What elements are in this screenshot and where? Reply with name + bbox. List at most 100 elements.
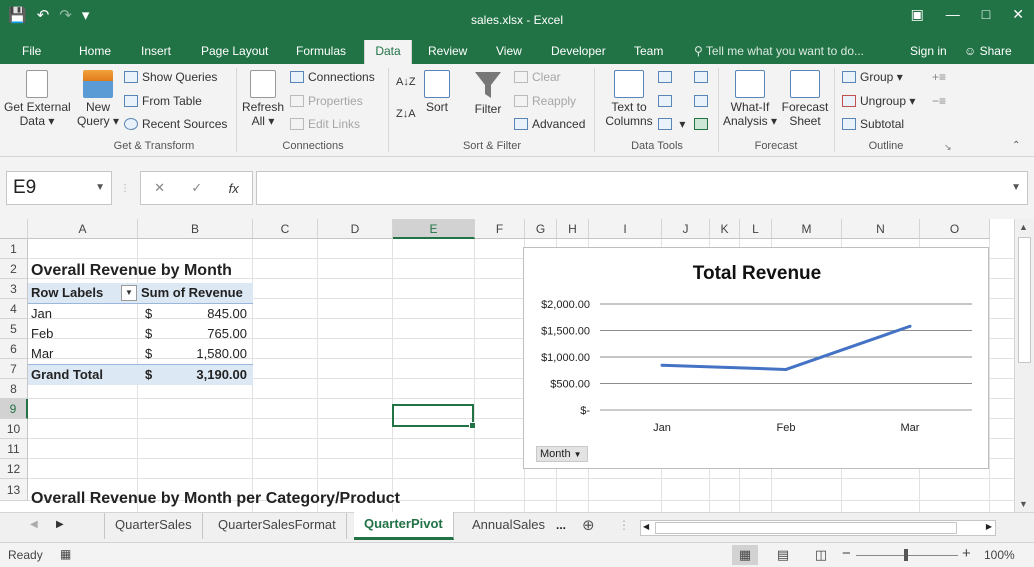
scroll-right-icon[interactable]: ▶ xyxy=(986,522,992,531)
recent-sources-button[interactable]: Recent Sources xyxy=(124,117,227,131)
column-header-i[interactable]: I xyxy=(589,219,662,239)
column-header-j[interactable]: J xyxy=(662,219,710,239)
sign-in-link[interactable]: Sign in xyxy=(910,40,947,62)
horizontal-scroll-thumb[interactable] xyxy=(655,522,957,534)
dialog-launcher-icon[interactable]: ↘ xyxy=(944,142,952,153)
tab-file[interactable]: File xyxy=(14,40,49,64)
zoom-slider-thumb[interactable] xyxy=(904,549,908,561)
cancel-icon[interactable]: ✕ xyxy=(154,180,165,196)
sheet-tab-quartersales[interactable]: QuarterSales xyxy=(104,513,203,539)
vertical-scrollbar[interactable]: ▲ ▼ xyxy=(1014,219,1034,512)
enter-icon[interactable]: ✓ xyxy=(191,180,202,196)
relationships-icon[interactable] xyxy=(694,94,712,108)
horizontal-scrollbar[interactable]: ◀ ▶ xyxy=(640,520,996,536)
row-header-1[interactable]: 1 xyxy=(0,239,28,259)
prev-sheet-icon[interactable]: ◀ xyxy=(30,519,38,530)
expand-formula-icon[interactable]: ▼ xyxy=(1011,182,1021,193)
column-header-c[interactable]: C xyxy=(253,219,318,239)
column-header-o[interactable]: O xyxy=(920,219,990,239)
sheet-tab-quarterpivot[interactable]: QuarterPivot xyxy=(354,512,454,540)
page-break-view-icon[interactable]: ◫ xyxy=(808,545,834,565)
tab-formulas[interactable]: Formulas xyxy=(288,40,354,64)
column-header-k[interactable]: K xyxy=(710,219,740,239)
ungroup-button[interactable]: Ungroup ▾ xyxy=(842,94,915,108)
splitter-icon[interactable]: ⋮ xyxy=(618,518,630,532)
column-header-e[interactable]: E xyxy=(393,219,475,239)
column-header-f[interactable]: F xyxy=(475,219,525,239)
data-model-icon[interactable] xyxy=(694,117,712,131)
next-sheet-icon[interactable]: ▶ xyxy=(56,519,64,530)
show-detail-icon[interactable]: +≡ xyxy=(932,70,946,84)
column-header-b[interactable]: B xyxy=(138,219,253,239)
sort-z-a-icon[interactable]: Z↓A xyxy=(396,108,416,120)
page-layout-view-icon[interactable]: ▤ xyxy=(770,545,796,565)
tab-home[interactable]: Home xyxy=(71,40,119,64)
row-header-3[interactable]: 3 xyxy=(0,279,28,299)
scroll-down-icon[interactable]: ▼ xyxy=(1019,499,1028,509)
new-query-button[interactable]: New Query ▾ xyxy=(76,70,120,128)
tab-review[interactable]: Review xyxy=(420,40,475,64)
row-header-10[interactable]: 10 xyxy=(0,419,28,439)
zoom-out-icon[interactable]: − xyxy=(842,545,851,562)
row-header-11[interactable]: 11 xyxy=(0,439,28,459)
filter-button[interactable]: Filter xyxy=(470,70,506,116)
row-header-5[interactable]: 5 xyxy=(0,319,28,339)
share-button[interactable]: ☺ Share xyxy=(964,40,1012,62)
column-header-g[interactable]: G xyxy=(525,219,557,239)
zoom-level[interactable]: 100% xyxy=(984,548,1015,562)
edit-links-button[interactable]: Edit Links xyxy=(290,117,360,131)
collapse-ribbon-icon[interactable]: ⌃ xyxy=(1012,140,1020,151)
row-header-13[interactable]: 13 xyxy=(0,479,28,501)
row-header-9[interactable]: 9 xyxy=(0,399,28,419)
column-header-d[interactable]: D xyxy=(318,219,393,239)
column-header-m[interactable]: M xyxy=(772,219,842,239)
refresh-all-button[interactable]: Refresh All ▾ xyxy=(240,70,286,128)
tab-data[interactable]: Data xyxy=(364,40,412,64)
insert-function-icon[interactable]: fx xyxy=(229,181,239,196)
scroll-up-icon[interactable]: ▲ xyxy=(1019,222,1028,232)
row-labels-filter-button[interactable]: ▼ xyxy=(121,285,137,301)
sheet-tab-annualsales[interactable]: AnnualSales xyxy=(462,513,555,539)
hide-detail-icon[interactable]: −≡ xyxy=(932,94,946,108)
tab-view[interactable]: View xyxy=(488,40,530,64)
data-validation-icon[interactable]: ▾ xyxy=(658,117,685,131)
tab-developer[interactable]: Developer xyxy=(543,40,614,64)
connections-button[interactable]: Connections xyxy=(290,70,375,84)
pivot-chart[interactable]: Total Revenue $- $500.00 $1,000.00 $1,500.00… xyxy=(523,247,989,469)
column-header-h[interactable]: H xyxy=(557,219,589,239)
selected-cell[interactable] xyxy=(392,404,476,429)
row-header-7[interactable]: 7 xyxy=(0,359,28,379)
select-all-corner[interactable] xyxy=(0,219,28,239)
reapply-button[interactable]: Reapply xyxy=(514,94,576,108)
from-table-button[interactable]: From Table xyxy=(124,94,202,108)
column-header-a[interactable]: A xyxy=(28,219,138,239)
minimize-icon[interactable]: — xyxy=(946,6,960,23)
properties-button[interactable]: Properties xyxy=(290,94,363,108)
flash-fill-icon[interactable] xyxy=(658,70,676,84)
scroll-left-icon[interactable]: ◀ xyxy=(643,522,649,531)
name-box[interactable]: E9 ▼ xyxy=(6,171,112,205)
row-header-4[interactable]: 4 xyxy=(0,299,28,319)
row-header-8[interactable]: 8 xyxy=(0,379,28,399)
macro-record-icon[interactable]: ▦ xyxy=(60,547,71,561)
advanced-button[interactable]: Advanced xyxy=(514,117,585,131)
consolidate-icon[interactable] xyxy=(694,70,712,84)
vertical-scroll-thumb[interactable] xyxy=(1018,237,1031,363)
clear-button[interactable]: Clear xyxy=(514,70,561,84)
group-button[interactable]: Group ▾ xyxy=(842,70,903,84)
more-sheets-button[interactable]: ... xyxy=(556,518,566,532)
row-header-2[interactable]: 2 xyxy=(0,259,28,279)
column-header-l[interactable]: L xyxy=(740,219,772,239)
maximize-icon[interactable]: □ xyxy=(982,6,990,23)
tab-insert[interactable]: Insert xyxy=(133,40,179,64)
row-header-6[interactable]: 6 xyxy=(0,339,28,359)
show-queries-button[interactable]: Show Queries xyxy=(124,70,217,84)
remove-duplicates-icon[interactable] xyxy=(658,94,676,108)
tab-page-layout[interactable]: Page Layout xyxy=(193,40,276,64)
sort-button[interactable]: Sort xyxy=(420,70,454,114)
tab-team[interactable]: Team xyxy=(626,40,671,64)
close-icon[interactable]: ✕ xyxy=(1012,6,1024,23)
text-to-columns-button[interactable]: Text to Columns xyxy=(602,70,656,128)
row-header-12[interactable]: 12 xyxy=(0,459,28,479)
forecast-sheet-button[interactable]: Forecast Sheet xyxy=(780,70,830,128)
